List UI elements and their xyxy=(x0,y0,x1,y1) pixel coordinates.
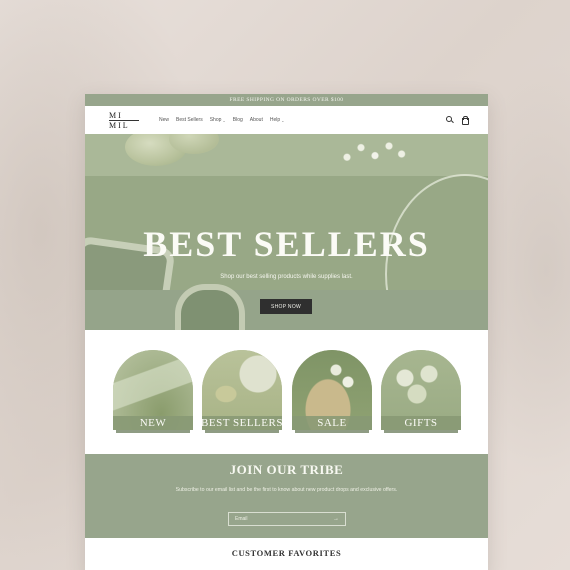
collection-label: SALE xyxy=(317,417,347,429)
customer-favorites-section: CUSTOMER FAVORITES xyxy=(85,538,488,570)
shop-now-button[interactable]: SHOP NOW xyxy=(260,299,312,314)
collection-card-gifts[interactable]: GIFTS xyxy=(381,350,461,430)
hero-subtitle: Shop our best selling products while sup… xyxy=(220,274,353,280)
newsletter-text: Subscribe to our email list and be the f… xyxy=(175,487,398,493)
nav-item-help[interactable]: Help ⌄ xyxy=(270,117,285,123)
nav-item-label: Shop xyxy=(209,117,222,123)
card-shadow xyxy=(384,430,458,433)
hero-title: BEST SELLERS xyxy=(143,224,430,264)
card-shadow xyxy=(295,430,369,433)
chevron-down-icon: ⌄ xyxy=(281,117,285,123)
website-mockup: FREE SHIPPING ON ORDERS OVER $100 MI MIL… xyxy=(85,94,488,570)
chevron-down-icon: ⌄ xyxy=(222,117,226,123)
logo-top-text: MI xyxy=(109,110,123,120)
nav-item-label: Blog xyxy=(232,117,243,123)
email-field[interactable]: Email → xyxy=(228,512,346,526)
card-shadow xyxy=(116,430,190,433)
newsletter-title: JOIN OUR TRIBE xyxy=(229,462,344,477)
card-shadow xyxy=(205,430,279,433)
collection-label-bar: NEW xyxy=(113,416,193,430)
car-window-image xyxy=(175,284,245,330)
logo-bottom-text: MIL xyxy=(109,120,130,130)
site-header: MI MIL New Best Sellers Shop ⌄ Blog Abou… xyxy=(85,106,488,134)
nav-item-label: Help xyxy=(269,117,281,123)
logo[interactable]: MI MIL xyxy=(109,110,145,130)
nav-item-shop[interactable]: Shop ⌄ xyxy=(210,117,226,123)
nav-item-about[interactable]: About xyxy=(250,117,263,123)
announcement-bar: FREE SHIPPING ON ORDERS OVER $100 xyxy=(85,94,488,106)
collection-label-bar: GIFTS xyxy=(381,416,461,430)
email-placeholder: Email xyxy=(235,516,248,522)
section-title: CUSTOMER FAVORITES xyxy=(231,548,342,558)
collection-grid: NEW BEST SELLERS SALE GIFTS xyxy=(85,330,488,454)
collection-label: GIFTS xyxy=(404,417,438,429)
collection-label: BEST SELLERS xyxy=(202,417,282,429)
collection-card-sale[interactable]: SALE xyxy=(292,350,372,430)
announcement-text: FREE SHIPPING ON ORDERS OVER $100 xyxy=(229,97,344,103)
nav-item-label: Best Sellers xyxy=(176,117,203,123)
nav-item-new[interactable]: New xyxy=(159,117,169,123)
nav-item-label: About xyxy=(249,117,263,123)
collection-label: NEW xyxy=(139,417,167,429)
nav-item-best-sellers[interactable]: Best Sellers xyxy=(176,117,203,123)
nav-item-blog[interactable]: Blog xyxy=(233,117,243,123)
flower-image xyxy=(340,138,410,170)
collection-card-new[interactable]: NEW xyxy=(113,350,193,430)
hero-banner: BEST SELLERS Shop our best selling produ… xyxy=(85,134,488,330)
newsletter-section: JOIN OUR TRIBE Subscribe to our email li… xyxy=(85,454,488,538)
arrow-right-icon[interactable]: → xyxy=(333,516,339,522)
nav-item-label: New xyxy=(159,117,170,123)
search-icon[interactable] xyxy=(446,116,453,123)
main-nav: New Best Sellers Shop ⌄ Blog About Help … xyxy=(159,117,285,123)
header-icons xyxy=(446,116,469,125)
collection-card-best-sellers[interactable]: BEST SELLERS xyxy=(202,350,282,430)
cart-icon[interactable] xyxy=(461,116,469,125)
collection-label-bar: BEST SELLERS xyxy=(202,416,282,430)
collection-label-bar: SALE xyxy=(292,416,372,430)
